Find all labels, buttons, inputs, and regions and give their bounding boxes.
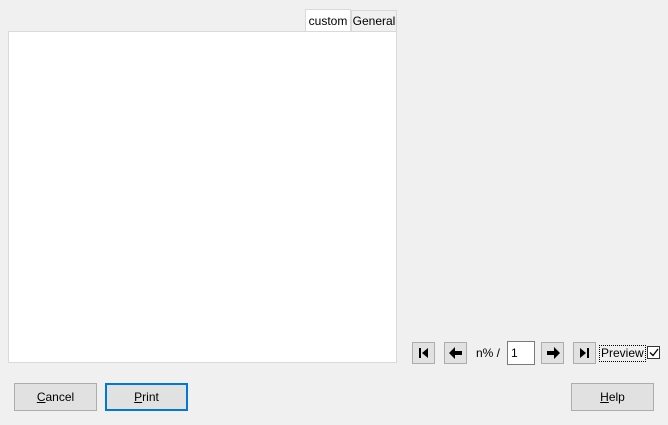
page-number-field[interactable] [507,341,535,365]
cancel-mnemonic: C [36,390,46,404]
preview-label[interactable]: Preview [599,345,646,362]
checkmark-icon [649,348,659,357]
last-page-button[interactable] [573,342,596,364]
first-page-button[interactable] [412,342,435,364]
tab-custom-label: custom [308,13,348,28]
help-mnemonic: H [600,390,609,404]
tab-custom[interactable]: custom [305,9,351,31]
tab-general[interactable]: General [351,10,397,31]
help-label: elp [608,390,625,404]
previous-page-button[interactable] [444,342,467,364]
cancel-button[interactable]: Cancel [14,383,97,411]
preview-checkbox[interactable] [647,346,660,359]
page-label: n% / [476,346,501,360]
skip-last-icon [580,348,589,358]
skip-first-icon [419,348,428,358]
print-button[interactable]: Print [105,383,188,411]
help-button[interactable]: Help [571,383,654,411]
tab-general-label: General [352,14,396,28]
next-page-button[interactable] [541,342,564,364]
preview-panel [8,31,397,363]
print-mnemonic: P [134,390,143,404]
arrow-left-icon [448,347,462,359]
arrow-right-icon [546,347,560,359]
cancel-label: ancel [45,390,75,404]
print-label: rint [142,390,159,404]
